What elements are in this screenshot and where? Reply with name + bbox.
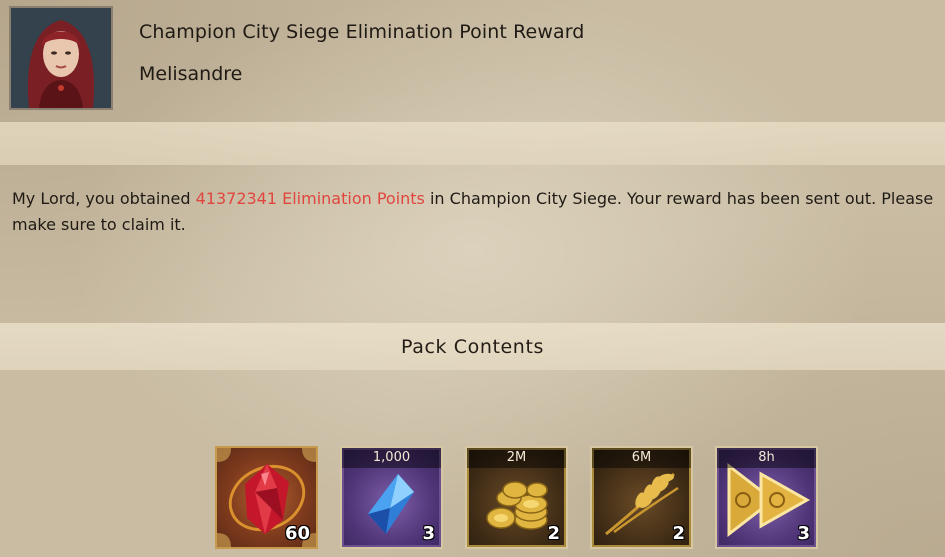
- reward-item-blue-crystal[interactable]: 1,000 3: [340, 446, 443, 549]
- item-amount-label: 2M: [467, 448, 566, 468]
- item-count: 2: [547, 523, 560, 544]
- mail-body: My Lord, you obtained 41372341 Eliminati…: [12, 186, 937, 238]
- mail-title: Champion City Siege Elimination Point Re…: [139, 21, 585, 43]
- item-count: 3: [422, 523, 435, 544]
- pack-contents-title: Pack Contents: [401, 335, 544, 358]
- item-amount-label: 6M: [592, 448, 691, 468]
- reward-item-gold-coins[interactable]: 2M 2: [465, 446, 568, 549]
- reward-item-wheat[interactable]: 6M 2: [590, 446, 693, 549]
- header-divider-band: [0, 122, 945, 165]
- elimination-points-highlight: 41372341 Elimination Points: [195, 189, 425, 208]
- melisandre-avatar-icon: [11, 8, 111, 108]
- reward-items: 60 1,000 3 2M 2 6M 2 8h 3: [215, 446, 818, 549]
- item-amount-label: 1,000: [342, 448, 441, 468]
- sender-portrait: [9, 6, 113, 110]
- item-count: 60: [284, 523, 310, 544]
- item-count: 3: [797, 523, 810, 544]
- reward-item-red-gem[interactable]: 60: [215, 446, 318, 549]
- mail-sender: Melisandre: [139, 63, 243, 85]
- body-prefix: My Lord, you obtained: [12, 189, 196, 208]
- pack-contents-header: Pack Contents: [0, 323, 945, 370]
- item-amount-label: 8h: [717, 448, 816, 468]
- item-count: 2: [672, 523, 685, 544]
- reward-item-speedup[interactable]: 8h 3: [715, 446, 818, 549]
